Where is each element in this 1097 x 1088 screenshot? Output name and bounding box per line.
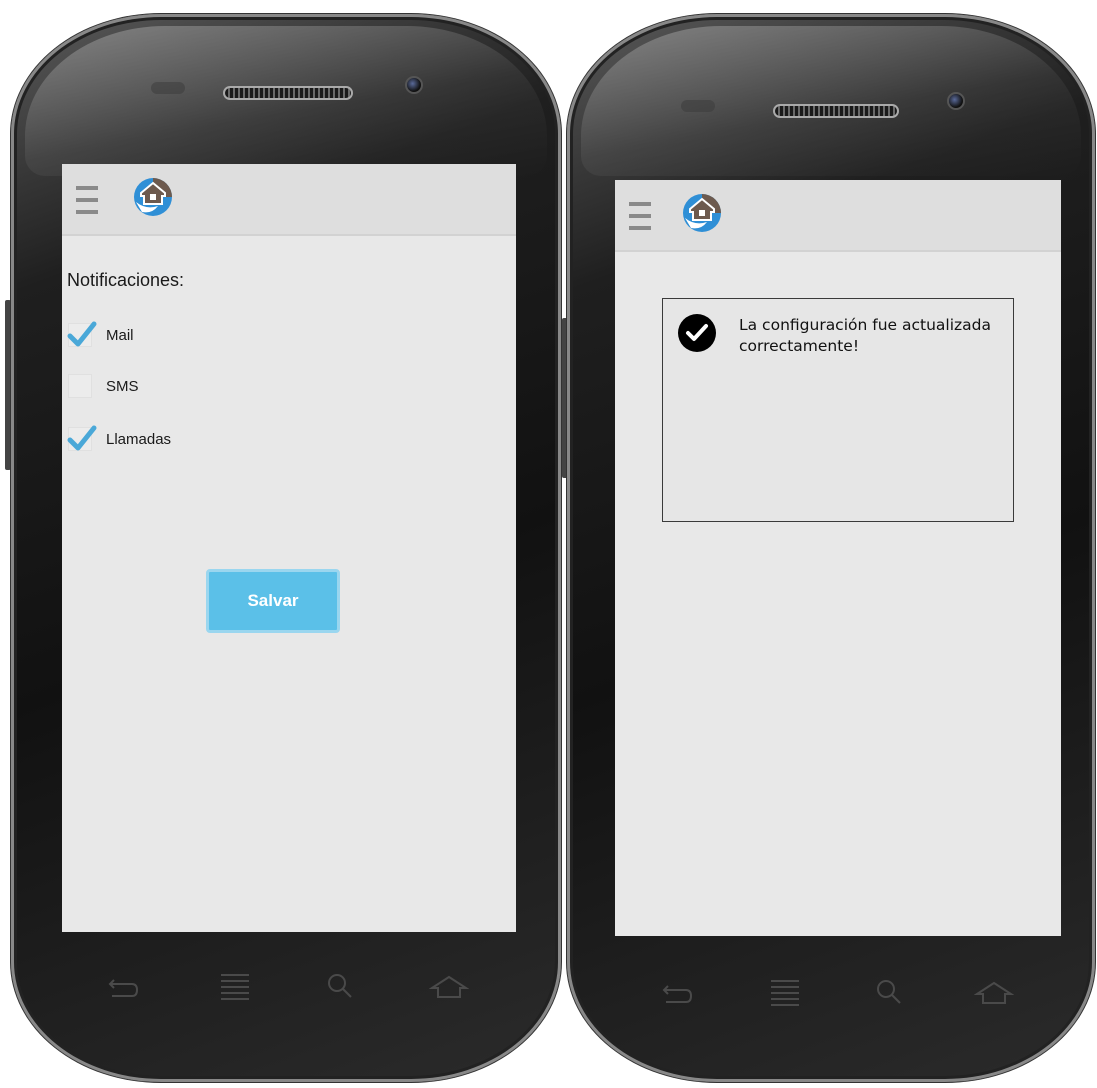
app-logo-icon — [132, 176, 174, 218]
hamburger-menu-icon[interactable] — [76, 186, 98, 216]
checkbox-sms[interactable] — [68, 374, 92, 398]
back-icon[interactable] — [660, 980, 694, 1013]
search-icon[interactable] — [326, 972, 354, 1007]
front-camera — [405, 76, 423, 94]
phone-left: Notificaciones: Mail SMS Llamadas Salvar — [11, 14, 561, 1082]
option-llamadas[interactable]: Llamadas — [67, 424, 172, 454]
confirmation-message: La configuración fue actualizada correct… — [739, 316, 991, 355]
earpiece-speaker — [223, 86, 353, 100]
menu-icon[interactable] — [769, 978, 801, 1015]
confirmation-dialog: La configuración fue actualizada correct… — [662, 298, 1014, 522]
option-mail[interactable]: Mail — [67, 320, 134, 350]
back-icon[interactable] — [106, 974, 140, 1007]
proximity-sensor — [681, 100, 715, 112]
option-sms[interactable]: SMS — [68, 371, 139, 401]
front-camera — [947, 92, 965, 110]
screen-settings: Notificaciones: Mail SMS Llamadas Salvar — [62, 164, 516, 932]
earpiece-speaker — [773, 104, 899, 118]
app-logo-icon — [681, 192, 723, 234]
option-label: Llamadas — [106, 430, 172, 448]
menu-icon[interactable] — [219, 972, 251, 1009]
save-button[interactable]: Salvar — [206, 569, 340, 633]
checkbox-llamadas[interactable] — [67, 425, 97, 451]
search-icon[interactable] — [875, 978, 903, 1013]
option-label: Mail — [106, 326, 134, 344]
home-icon[interactable] — [973, 980, 1015, 1013]
screen-confirmation: La configuración fue actualizada correct… — [615, 180, 1061, 936]
notifications-title: Notificaciones: — [67, 270, 185, 290]
phone-right: La configuración fue actualizada correct… — [567, 14, 1095, 1082]
home-icon[interactable] — [428, 974, 470, 1007]
app-bar — [62, 164, 516, 236]
checkmark-icon — [67, 425, 97, 451]
hamburger-menu-icon[interactable] — [629, 202, 651, 232]
option-label: SMS — [106, 377, 139, 395]
checkbox-mail[interactable] — [67, 321, 97, 347]
checkmark-icon — [67, 321, 97, 347]
app-bar — [615, 180, 1061, 252]
proximity-sensor — [151, 82, 185, 94]
check-circle-icon — [677, 313, 717, 358]
